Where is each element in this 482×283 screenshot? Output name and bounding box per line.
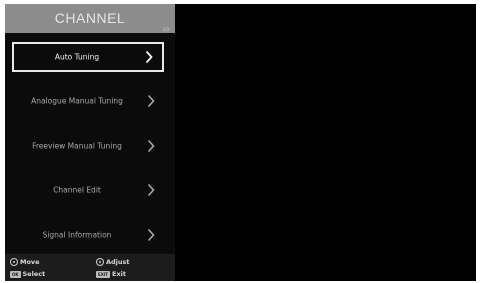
- hint-exit: EXIT Exit: [96, 270, 126, 278]
- hint-adjust-label: Adjust: [106, 258, 130, 266]
- menu-title: CHANNEL: [54, 10, 126, 26]
- tv-screen: CHANNEL 1/3 Auto Tuning Analogue Manual …: [5, 4, 476, 281]
- hint-select-label: Select: [22, 270, 46, 278]
- exit-key-icon: EXIT: [96, 270, 111, 278]
- menu-item-channel-edit[interactable]: Channel Edit: [12, 175, 164, 205]
- menu-item-label: Auto Tuning: [54, 52, 100, 62]
- chevron-right-icon: [147, 139, 155, 153]
- menu-item-label: Analogue Manual Tuning: [31, 96, 123, 106]
- menu-item-label: Channel Edit: [53, 185, 101, 195]
- hint-exit-label: Exit: [112, 270, 127, 278]
- page-indicator: 1/3: [162, 27, 169, 32]
- hint-adjust: Adjust: [96, 258, 130, 266]
- menu-item-signal-information[interactable]: Signal Information: [12, 220, 164, 250]
- menu-header: CHANNEL 1/3: [5, 4, 175, 33]
- hint-move: Move: [10, 258, 40, 266]
- hint-select: OK Select: [10, 270, 45, 278]
- chevron-right-icon: [147, 94, 155, 108]
- ok-key-icon: OK: [10, 270, 21, 278]
- menu-item-auto-tuning[interactable]: Auto Tuning: [12, 42, 164, 72]
- navigation-pad-icon: [10, 258, 18, 266]
- menu-item-analogue-manual-tuning[interactable]: Analogue Manual Tuning: [12, 86, 164, 116]
- hint-move-label: Move: [20, 258, 40, 266]
- chevron-right-icon: [147, 183, 155, 197]
- channel-menu: CHANNEL 1/3 Auto Tuning Analogue Manual …: [5, 4, 175, 281]
- menu-item-label: Freeview Manual Tuning: [32, 141, 122, 151]
- left-right-pad-icon: [96, 258, 104, 266]
- menu-item-freeview-manual-tuning[interactable]: Freeview Manual Tuning: [12, 131, 164, 161]
- chevron-right-icon: [145, 50, 153, 64]
- key-hints-footer: Move Adjust OK Select EXIT Exit: [5, 254, 175, 281]
- chevron-right-icon: [147, 228, 155, 242]
- menu-item-label: Signal Information: [42, 230, 112, 240]
